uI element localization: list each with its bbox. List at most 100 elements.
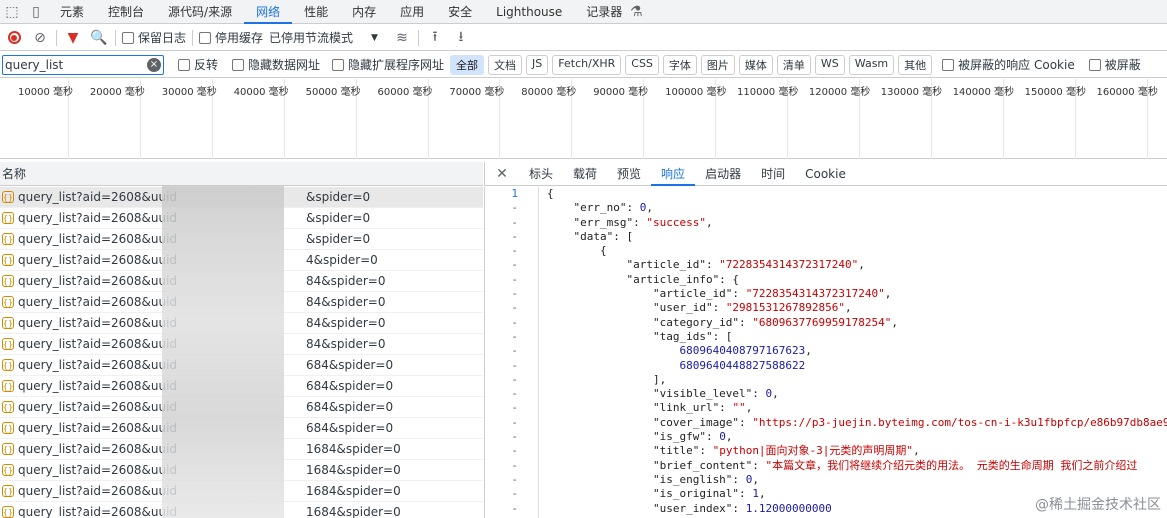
device-toggle-icon[interactable]: ▯ [24,0,48,24]
tab-7[interactable]: 安全 [436,0,484,24]
record-icon[interactable] [4,28,24,48]
detail-tab-1[interactable]: 载荷 [563,162,607,186]
tab-2[interactable]: 源代码/来源 [156,0,244,24]
detail-tab-4[interactable]: 启动器 [695,162,751,186]
request-name-end: 84&spider=0 [306,294,386,309]
timeline-overview[interactable]: 10000 毫秒 20000 毫秒 30000 毫秒 40000 毫秒 50000 毫秒… [0,79,1167,159]
detail-tabs: 标头 载荷 预览 响应 启动器 时间 Cookie [519,162,856,186]
timeline-tick-label: 20000 毫秒 [89,87,145,98]
type-filter-2[interactable]: JS [526,54,549,75]
xhr-icon: {} [2,380,14,392]
clear-filter-icon[interactable]: × [147,57,161,72]
xhr-icon: {} [2,443,14,455]
type-filter-8[interactable]: 清单 [776,54,811,75]
invert-checkbox[interactable]: 反转 [178,56,218,73]
line-number: - [511,444,518,458]
line-number: - [511,215,518,229]
code-line: "article_info": { [547,272,740,286]
line-number: - [511,372,518,386]
line-number: - [511,487,518,501]
request-name-start: query_list?aid=2608&uuid= [18,273,178,288]
request-name-end: 1684&spider=0 [306,483,401,498]
code-line: "visible_level": 0, [547,387,779,401]
code-line: { [547,187,554,200]
type-filter-9[interactable]: WS [814,54,845,75]
disable-cache-checkbox[interactable]: 停用缓存 [199,29,263,46]
xhr-icon: {} [2,212,14,224]
code-line: "user_id": "2981531267892856", [547,301,852,315]
type-filter-1[interactable]: 文档 [488,54,523,75]
tab-0[interactable]: 元素 [48,0,96,24]
line-gutter: 1---------------------- [485,187,539,518]
code-line: "err_msg": "success", [547,215,713,229]
tab-8[interactable]: Lighthouse [484,0,574,24]
line-number: - [511,415,518,429]
preserve-log-checkbox[interactable]: 保留日志 [122,29,186,46]
upload-icon[interactable]: ⭱ [425,28,445,48]
xhr-icon: {} [2,275,14,287]
type-filter-5[interactable]: 字体 [662,54,697,75]
type-filter-6[interactable]: 图片 [700,54,735,75]
line-number: - [511,315,518,329]
tab-3[interactable]: 网络 [244,0,293,24]
code-line: "tag_ids": [ [547,329,733,343]
request-name-end: 4&spider=0 [306,252,378,267]
watermark: @稀土掘金技术社区 [1035,497,1161,513]
timeline-tick-label: 80000 毫秒 [521,87,577,98]
clear-icon[interactable]: ⊘ [30,28,50,48]
detail-tab-0[interactable]: 标头 [519,162,563,186]
download-icon[interactable]: ⭳ [451,28,471,48]
filter-input[interactable]: query_list × [2,54,164,75]
timeline-tick-label: 120000 毫秒 [808,87,871,98]
divider [56,29,57,46]
line-number: - [511,344,518,358]
xhr-icon: {} [2,254,14,266]
tab-1[interactable]: 控制台 [96,0,156,24]
inspect-element-icon[interactable]: ⬚ [0,0,24,24]
request-name-start: query_list?aid=2608&uuid= [18,441,178,456]
line-number: - [511,287,518,301]
type-filter-10[interactable]: Wasm [848,54,895,75]
filter-icon[interactable]: ▼ [63,28,83,48]
hide-extension-urls-checkbox[interactable]: 隐藏扩展程序网址 [332,56,444,73]
line-number: - [511,501,518,515]
tab-4[interactable]: 性能 [292,0,340,24]
detail-tab-5[interactable]: 时间 [751,162,795,186]
line-number: - [511,258,518,272]
xhr-icon: {} [2,338,14,350]
search-icon[interactable]: 🔍 [89,28,109,48]
divider [192,29,194,46]
tab-6[interactable]: 应用 [388,0,436,24]
type-filter-3[interactable]: Fetch/XHR [552,54,622,75]
type-filter-7[interactable]: 媒体 [738,54,773,75]
name-column-header[interactable]: 名称 [0,162,483,186]
line-number: - [511,430,518,444]
devtools-tabbar: ⬚ ▯ 元素 控制台 源代码/来源 网络 性能 内存 应用 安全 Lighthouse 记录器 ⚗ [0,0,1167,24]
response-code: { "err_no": 0, "err_msg": "success", "da… [547,187,1167,516]
resource-type-filters: 全部 文档 JS Fetch/XHR CSS 字体 图片 媒体 清单 WS Wasm 其他 [450,54,933,75]
blocked-cookies-checkbox[interactable]: 被屏蔽的响应 Cookie [942,56,1075,73]
throttle-select[interactable]: 已停用节流模式 ▼ [269,29,378,46]
timeline-tick-label: 110000 毫秒 [737,87,799,98]
close-icon[interactable]: ✕ [485,166,519,182]
hide-data-urls-checkbox[interactable]: 隐藏数据网址 [232,56,320,73]
blocked-requests-checkbox[interactable]: 被屏蔽 [1088,56,1141,73]
tab-5[interactable]: 内存 [340,0,388,24]
xhr-icon: {} [2,464,14,476]
line-number: - [511,358,518,372]
timeline-tick-label: 140000 毫秒 [952,87,1015,98]
detail-tab-3[interactable]: 响应 [651,162,696,186]
divider [417,29,419,46]
detail-tab-6[interactable]: Cookie [795,162,856,186]
network-conditions-icon[interactable]: ≋ [392,28,412,48]
request-name-start: query_list?aid=2608&uuid= [18,294,178,309]
type-filter-4[interactable]: CSS [625,54,659,75]
response-viewer[interactable]: 1---------------------- { "err_no": 0, "… [484,187,1167,518]
timeline-tick-label: 150000 毫秒 [1024,87,1086,98]
detail-tab-2[interactable]: 预览 [607,162,651,186]
code-line: 6809640408797167623, [679,344,812,358]
type-filter-11[interactable]: 其他 [898,54,933,75]
divider [115,29,116,46]
xhr-icon: {} [2,233,14,245]
type-filter-0[interactable]: 全部 [450,54,485,75]
